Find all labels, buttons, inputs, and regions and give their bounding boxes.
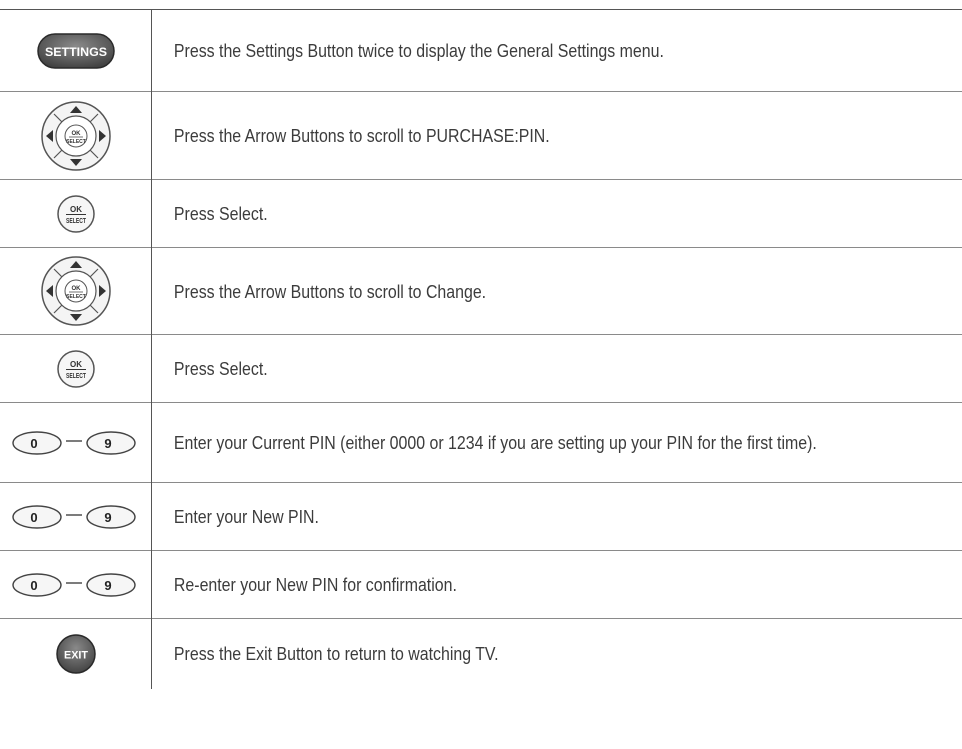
svg-text:SELECT: SELECT [66, 373, 87, 380]
key-zero: 0 [30, 578, 37, 593]
step-row: SETTINGS Press the Settings Button twice… [0, 9, 962, 92]
settings-label: SETTINGS [45, 47, 107, 59]
step-icon-cell: 0 9 [0, 550, 152, 619]
step-icon-cell: OK SELECT [0, 334, 152, 403]
svg-text:SELECT: SELECT [66, 218, 87, 225]
arrow-pad-icon: OK SELECT [40, 100, 111, 171]
step-icon-cell: EXIT [0, 618, 152, 689]
key-nine: 9 [104, 510, 111, 525]
step-icon-cell: OK SELECT [0, 179, 152, 248]
step-row: OK SELECT Press the Arrow Buttons to scr… [0, 91, 962, 180]
step-icon-cell: OK SELECT [0, 247, 152, 335]
step-text: Enter your Current PIN (either 0000 or 1… [151, 402, 849, 483]
step-text: Press Select. [151, 334, 849, 403]
step-row: OK SELECT Press Select. [0, 179, 962, 248]
step-icon-cell: SETTINGS [0, 9, 152, 92]
step-text: Press Select. [151, 179, 849, 248]
key-zero: 0 [30, 436, 37, 451]
svg-text:SELECT: SELECT [66, 139, 86, 145]
instruction-table: SETTINGS Press the Settings Button twice… [0, 9, 962, 689]
svg-text:OK: OK [71, 131, 81, 137]
number-keys-icon: 0 9 [11, 572, 136, 597]
step-text: Press the Settings Button twice to displ… [151, 9, 849, 92]
step-row: OK SELECT Press Select. [0, 334, 962, 403]
svg-text:OK: OK [70, 205, 82, 214]
select-button-icon: OK SELECT [56, 349, 95, 388]
step-row: 0 9 Re-enter your New PIN for confirmati… [0, 550, 962, 619]
settings-button-icon: SETTINGS [36, 32, 115, 69]
step-row: OK SELECT Press the Arrow Buttons to scr… [0, 247, 962, 335]
step-row: 0 9 Enter your New PIN. [0, 482, 962, 551]
step-text: Enter your New PIN. [151, 482, 849, 551]
number-keys-icon: 0 9 [11, 504, 136, 529]
exit-label: EXIT [64, 649, 88, 661]
key-zero: 0 [30, 510, 37, 525]
number-keys-icon: 0 9 [11, 430, 136, 455]
key-nine: 9 [104, 578, 111, 593]
step-row: EXIT Press the Exit Button to return to … [0, 618, 962, 689]
key-nine: 9 [104, 436, 111, 451]
svg-text:OK: OK [70, 360, 82, 369]
step-text: Re-enter your New PIN for confirmation. [151, 550, 849, 619]
step-text: Press the Exit Button to return to watch… [151, 618, 849, 689]
arrow-pad-icon: OK SELECT [40, 256, 111, 326]
svg-text:OK: OK [71, 286, 81, 292]
step-icon-cell: 0 9 [0, 402, 152, 483]
step-text: Press the Arrow Buttons to scroll to PUR… [151, 91, 849, 180]
exit-button-icon: EXIT [55, 634, 96, 674]
step-text: Press the Arrow Buttons to scroll to Cha… [151, 247, 849, 335]
step-icon-cell: OK SELECT [0, 91, 152, 180]
select-button-icon: OK SELECT [56, 194, 95, 233]
step-icon-cell: 0 9 [0, 482, 152, 551]
svg-text:SELECT: SELECT [66, 294, 86, 300]
step-row: 0 9 Enter your Current PIN (either 0000 … [0, 402, 962, 483]
